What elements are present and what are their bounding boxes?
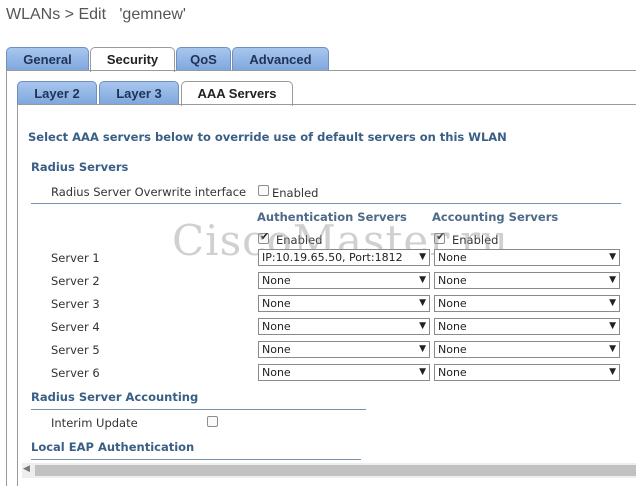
server-5-acct-value: None	[438, 343, 467, 356]
server-5-label: Server 5	[51, 343, 100, 357]
local-eap-heading: Local EAP Authentication	[31, 440, 195, 454]
server-6-acct-select[interactable]: None ▼	[434, 364, 620, 381]
server-2-acct-select[interactable]: None ▼	[434, 272, 620, 289]
radius-accounting-heading: Radius Server Accounting	[31, 390, 199, 404]
overwrite-interface-enabled-label: Enabled	[272, 186, 319, 200]
server-5-acct-select[interactable]: None ▼	[434, 341, 620, 358]
sub-tab-bar: Layer 2 Layer 3 AAA Servers	[17, 81, 295, 106]
chevron-down-icon: ▼	[609, 298, 616, 308]
section-divider	[31, 409, 366, 410]
chevron-down-icon: ▼	[419, 344, 426, 354]
chevron-down-icon: ▼	[609, 321, 616, 331]
page-title: WLANs > Edit 'gemnew'	[6, 6, 186, 23]
horizontal-scrollbar[interactable]: ◀	[22, 463, 636, 478]
section-divider	[31, 203, 621, 204]
server-1-label: Server 1	[51, 251, 100, 265]
server-6-acct-value: None	[438, 366, 467, 379]
server-4-acct-select[interactable]: None ▼	[434, 318, 620, 335]
server-1-auth-select[interactable]: IP:10.19.65.50, Port:1812 ▼	[258, 249, 430, 266]
tab-security[interactable]: Security	[90, 47, 175, 72]
server-2-acct-value: None	[438, 274, 467, 287]
server-2-label: Server 2	[51, 274, 100, 288]
scroll-left-icon[interactable]: ◀	[23, 464, 30, 474]
server-6-auth-select[interactable]: None ▼	[258, 364, 430, 381]
chevron-down-icon: ▼	[609, 367, 616, 377]
server-3-acct-select[interactable]: None ▼	[434, 295, 620, 312]
server-3-auth-select[interactable]: None ▼	[258, 295, 430, 312]
tab-advanced[interactable]: Advanced	[232, 47, 329, 71]
chevron-down-icon: ▼	[419, 321, 426, 331]
tab-aaa-servers[interactable]: AAA Servers	[181, 81, 293, 106]
chevron-down-icon: ▼	[609, 344, 616, 354]
scrollbar-thumb[interactable]	[35, 465, 636, 476]
radius-servers-heading: Radius Servers	[31, 160, 129, 174]
server-4-auth-select[interactable]: None ▼	[258, 318, 430, 335]
server-6-auth-value: None	[262, 366, 291, 379]
server-3-acct-value: None	[438, 297, 467, 310]
server-2-auth-value: None	[262, 274, 291, 287]
chevron-down-icon: ▼	[609, 275, 616, 285]
chevron-down-icon: ▼	[419, 252, 426, 262]
main-tab-bar: General Security QoS Advanced	[6, 47, 330, 72]
chevron-down-icon: ▼	[419, 275, 426, 285]
server-1-acct-value: None	[438, 251, 467, 264]
interim-update-label: Interim Update	[51, 416, 138, 430]
server-3-label: Server 3	[51, 297, 100, 311]
server-1-auth-value: IP:10.19.65.50, Port:1812	[262, 251, 403, 264]
server-4-label: Server 4	[51, 320, 100, 334]
interim-update-checkbox[interactable]	[207, 416, 218, 427]
server-1-acct-select[interactable]: None ▼	[434, 249, 620, 266]
chevron-down-icon: ▼	[609, 252, 616, 262]
tab-layer-2[interactable]: Layer 2	[17, 81, 97, 105]
overwrite-interface-label: Radius Server Overwrite interface	[51, 185, 247, 199]
server-3-auth-value: None	[262, 297, 291, 310]
server-2-auth-select[interactable]: None ▼	[258, 272, 430, 289]
tab-general[interactable]: General	[6, 47, 89, 71]
chevron-down-icon: ▼	[419, 367, 426, 377]
tab-qos[interactable]: QoS	[176, 47, 231, 71]
overwrite-interface-checkbox[interactable]	[258, 185, 269, 196]
server-5-auth-select[interactable]: None ▼	[258, 341, 430, 358]
server-4-acct-value: None	[438, 320, 467, 333]
server-6-label: Server 6	[51, 366, 100, 380]
server-4-auth-value: None	[262, 320, 291, 333]
server-5-auth-value: None	[262, 343, 291, 356]
section-divider	[31, 459, 361, 460]
chevron-down-icon: ▼	[419, 298, 426, 308]
intro-text: Select AAA servers below to override use…	[28, 130, 507, 144]
tab-layer-3[interactable]: Layer 3	[99, 81, 179, 105]
